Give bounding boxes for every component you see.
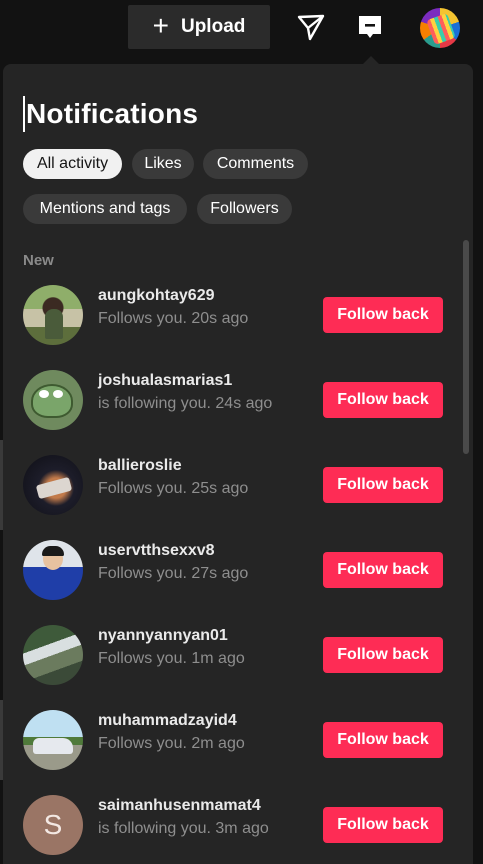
section-label-new: New [23, 252, 54, 269]
notification-text: is following you. 3m ago [98, 820, 269, 837]
username[interactable]: joshualasmarias1 [98, 372, 232, 390]
notification-text: Follows you. 20s ago [98, 310, 249, 327]
avatar-art [39, 390, 49, 398]
panel-title: Notifications [23, 96, 198, 132]
username[interactable]: aungkohtay629 [98, 287, 214, 305]
avatar-art [42, 546, 64, 556]
notification-row[interactable]: aungkohtay629 Follows you. 20s ago Follo… [23, 285, 443, 347]
username[interactable]: nyannyannyan01 [98, 627, 228, 645]
notification-text: Follows you. 25s ago [98, 480, 249, 497]
notification-text: Follows you. 27s ago [98, 565, 249, 582]
notification-text: Follows you. 2m ago [98, 735, 245, 752]
scrollbar-thumb[interactable] [463, 240, 469, 454]
notification-row[interactable]: nyannyannyan01 Follows you. 1m ago Follo… [23, 625, 443, 687]
follow-back-button[interactable]: Follow back [323, 807, 443, 843]
inbox-icon[interactable] [356, 13, 384, 43]
avatar[interactable] [23, 455, 83, 515]
upload-button[interactable]: + Upload [128, 5, 270, 49]
avatar[interactable] [23, 285, 83, 345]
paper-plane-icon[interactable] [296, 12, 326, 42]
avatar[interactable]: S [23, 795, 83, 855]
notification-row[interactable]: ballieroslie Follows you. 25s ago Follow… [23, 455, 443, 517]
plus-icon: + [152, 9, 169, 41]
username[interactable]: muhammadzayid4 [98, 712, 237, 730]
follow-back-button[interactable]: Follow back [323, 552, 443, 588]
notification-row[interactable]: muhammadzayid4 Follows you. 2m ago Follo… [23, 710, 443, 772]
upload-label: Upload [180, 16, 246, 37]
follow-back-button[interactable]: Follow back [323, 467, 443, 503]
avatar[interactable] [23, 540, 83, 600]
notification-text: Follows you. 1m ago [98, 650, 245, 667]
avatar-art [31, 384, 73, 418]
follow-back-button[interactable]: Follow back [323, 637, 443, 673]
avatar-art [53, 390, 63, 398]
top-bar: + Upload [0, 0, 483, 56]
username[interactable]: saimanhusenmamat4 [98, 797, 261, 815]
notification-row[interactable]: uservtthsexxv8 Follows you. 27s ago Foll… [23, 540, 443, 602]
username[interactable]: ballieroslie [98, 457, 182, 475]
filter-all-activity[interactable]: All activity [23, 149, 122, 179]
notifications-panel: Notifications All activity Likes Comment… [3, 64, 473, 864]
follow-back-button[interactable]: Follow back [323, 382, 443, 418]
follow-back-button[interactable]: Follow back [323, 722, 443, 758]
filter-likes[interactable]: Likes [132, 149, 194, 179]
username[interactable]: uservtthsexxv8 [98, 542, 215, 560]
filter-mentions-and-tags[interactable]: Mentions and tags [23, 194, 187, 224]
avatar-art [35, 476, 73, 500]
notification-row[interactable]: S saimanhusenmamat4 is following you. 3m… [23, 795, 443, 857]
avatar-art [426, 13, 456, 45]
notification-text: is following you. 24s ago [98, 395, 273, 412]
follow-back-button[interactable]: Follow back [323, 297, 443, 333]
avatar[interactable] [23, 625, 83, 685]
avatar-art [33, 738, 73, 754]
avatar[interactable] [23, 370, 83, 430]
profile-avatar[interactable] [420, 8, 460, 48]
avatar-art [45, 309, 63, 339]
notification-row[interactable]: joshualasmarias1 is following you. 24s a… [23, 370, 443, 432]
filter-comments[interactable]: Comments [203, 149, 308, 179]
avatar[interactable] [23, 710, 83, 770]
filter-followers[interactable]: Followers [197, 194, 292, 224]
